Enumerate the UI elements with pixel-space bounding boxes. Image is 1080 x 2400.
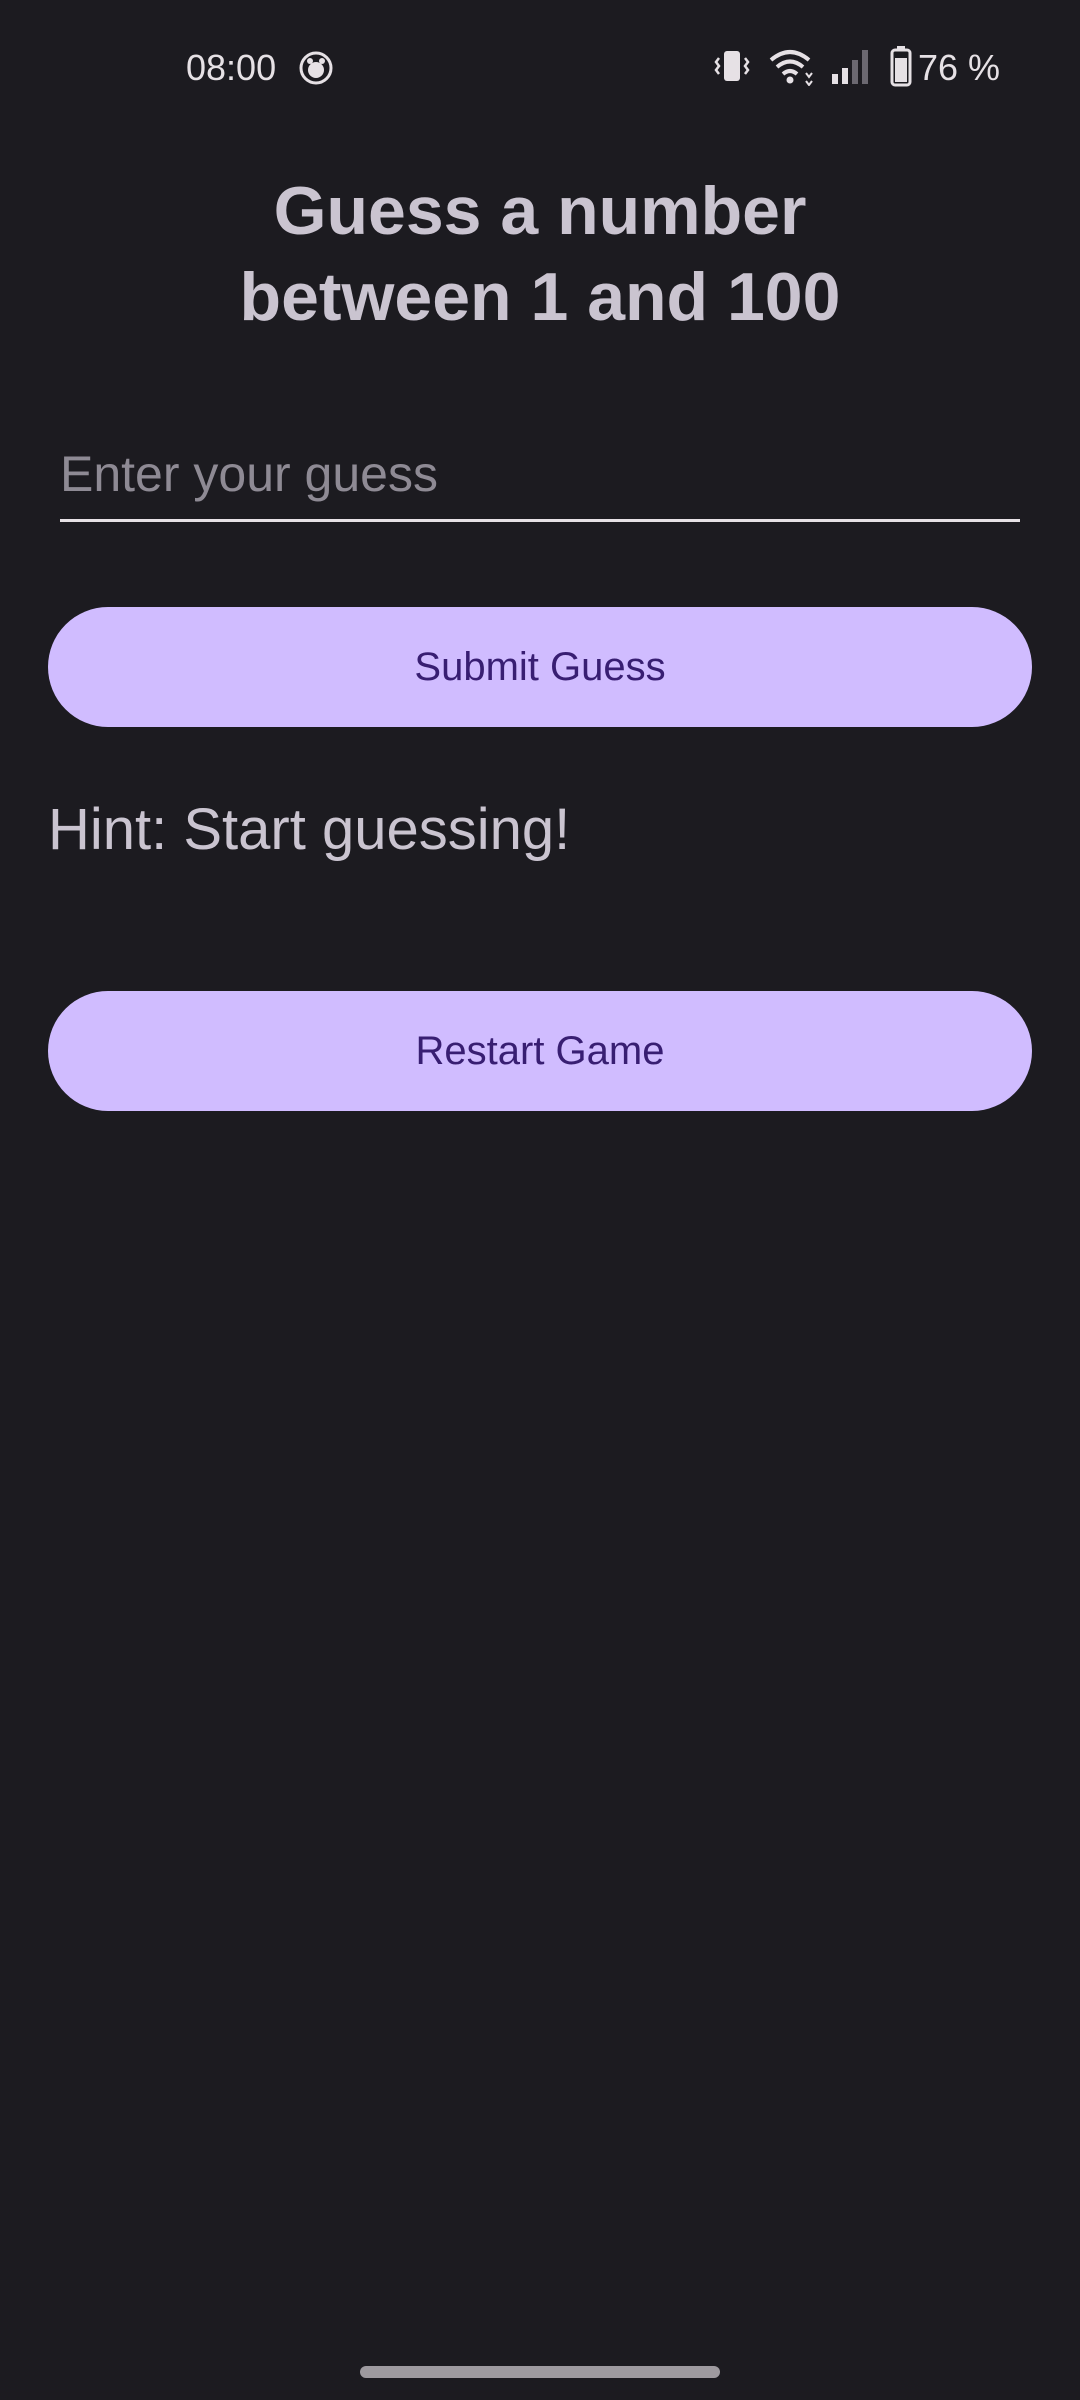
title-line-1: Guess a number xyxy=(273,173,807,249)
gesture-nav-handle[interactable] xyxy=(360,2366,720,2378)
signal-icon xyxy=(830,46,874,91)
page-title: Guess a number between 1 and 100 xyxy=(0,168,1080,340)
status-time: 08:00 xyxy=(186,47,277,88)
battery-percentage: 76 % xyxy=(917,47,1000,88)
app-notification-icon xyxy=(298,50,334,86)
status-icons: 76 % xyxy=(712,44,1000,92)
battery-icon xyxy=(890,45,912,92)
guess-input[interactable] xyxy=(60,430,1020,518)
status-bar: 08:00 76 % xyxy=(0,0,1080,140)
guess-field xyxy=(60,430,1020,522)
wifi-icon xyxy=(768,46,814,91)
restart-game-button[interactable]: Restart Game xyxy=(48,991,1032,1111)
submit-guess-button[interactable]: Submit Guess xyxy=(48,607,1032,727)
hint-text: Hint: Start guessing! xyxy=(48,797,571,862)
vibrate-icon xyxy=(712,46,752,91)
title-line-2: between 1 and 100 xyxy=(239,259,841,335)
